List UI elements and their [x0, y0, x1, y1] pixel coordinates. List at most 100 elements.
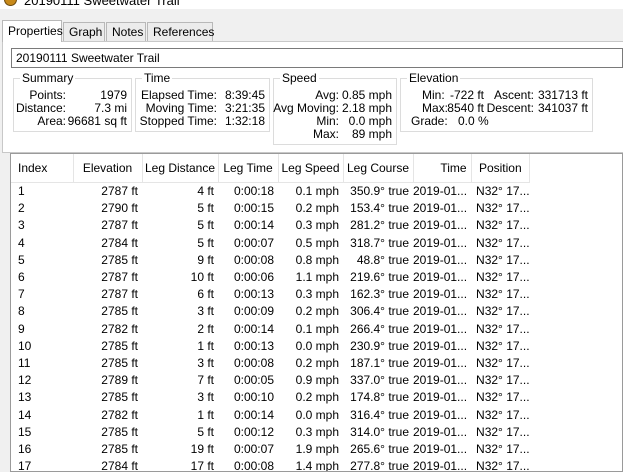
track-name-input[interactable] [11, 48, 623, 68]
cell-leg-speed: 0.2 mph [295, 304, 339, 319]
cell-time: 2019-01... [413, 201, 468, 216]
cell-leg-speed: 0.1 mph [295, 184, 339, 199]
table-row[interactable]: 4 2784 ft 5 ft 0:00:07 0.5 mph 318.7° true 201… [11, 235, 530, 252]
table-row[interactable]: 12 2789 ft 7 ft 0:00:05 0.9 mph 337.0° true 20… [11, 372, 530, 389]
cell-leg-course: 277.8° true [350, 459, 409, 472]
cell-leg-course: 337.0° true [350, 373, 409, 388]
cell-leg-distance: 19 ft [190, 441, 214, 456]
area-label: Area: [37, 114, 66, 128]
cell-leg-course: 153.4° true [350, 201, 409, 216]
elevation-group: Elevation Min: -722 ft Max: 8540 ft Grad… [400, 71, 593, 132]
cell-leg-distance: 7 ft [197, 373, 214, 388]
cell-leg-course: 230.9° true [350, 338, 409, 353]
cell-leg-course: 318.7° true [350, 235, 409, 250]
stopped-time-value: 1:32:18 [224, 114, 265, 128]
descent-label: Descent: [486, 101, 534, 115]
elevation-min-label: Min: [422, 88, 445, 102]
tab-notes[interactable]: Notes [106, 22, 146, 41]
cell-leg-speed: 0.2 mph [295, 390, 339, 405]
cell-leg-course: 187.1° true [350, 355, 409, 370]
cell-elevation: 2787 ft [101, 218, 138, 233]
cell-leg-course: 281.2° true [350, 218, 409, 233]
cell-position: N32° 17... [476, 321, 530, 336]
column-header-leg-distance[interactable]: Leg Distance [142, 154, 219, 183]
moving-time-value: 3:21:35 [224, 101, 265, 115]
cell-position: N32° 17... [476, 304, 530, 319]
cell-time: 2019-01... [413, 304, 468, 319]
cell-time: 2019-01... [413, 373, 468, 388]
elevation-max-value: 8540 ft [447, 101, 484, 115]
column-header-time[interactable]: Time [413, 154, 472, 183]
column-header-leg-course[interactable]: Leg Course [343, 154, 414, 183]
cell-position: N32° 17... [476, 407, 530, 422]
table-row[interactable]: 17 2784 ft 17 ft 0:00:08 1.4 mph 277.8° true 2… [11, 458, 530, 472]
cell-elevation: 2784 ft [101, 235, 138, 250]
cell-leg-course: 219.6° true [350, 270, 409, 285]
table-row[interactable]: 14 2782 ft 1 ft 0:00:14 0.0 mph 316.4° true 20… [11, 406, 530, 423]
tab-graph[interactable]: Graph [63, 22, 105, 41]
table-row[interactable]: 10 2785 ft 1 ft 0:00:13 0.0 mph 230.9° true 20… [11, 338, 530, 355]
table-row[interactable]: 8 2785 ft 3 ft 0:00:09 0.2 mph 306.4° true 201… [11, 303, 530, 320]
cell-position: N32° 17... [476, 218, 530, 233]
cell-leg-time: 0:00:14 [233, 407, 274, 422]
cell-time: 2019-01... [413, 355, 468, 370]
table-row[interactable]: 2 2790 ft 5 ft 0:00:15 0.2 mph 153.4° true 201… [11, 200, 530, 217]
min-speed-label: Min: [316, 114, 339, 128]
cell-index: 4 [18, 235, 25, 250]
cell-elevation: 2785 ft [101, 355, 138, 370]
elevation-min-value: -722 ft [449, 88, 484, 102]
table-row[interactable]: 6 2787 ft 10 ft 0:00:06 1.1 mph 219.6° true 20… [11, 269, 530, 286]
cell-position: N32° 17... [476, 424, 530, 439]
cell-index: 10 [18, 338, 32, 353]
table-row[interactable]: 16 2785 ft 19 ft 0:00:07 1.9 mph 265.6° true 2… [11, 441, 530, 458]
cell-elevation: 2784 ft [101, 459, 138, 472]
trackpoints-table: Index Elevation Leg Distance Leg Time Le… [11, 154, 531, 472]
cell-leg-distance: 3 ft [197, 355, 214, 370]
column-header-leg-speed[interactable]: Leg Speed [278, 154, 344, 183]
cell-leg-speed: 0.0 mph [295, 407, 339, 422]
cell-index: 6 [18, 270, 25, 285]
cell-leg-time: 0:00:09 [233, 304, 274, 319]
cell-index: 13 [18, 390, 32, 405]
cell-time: 2019-01... [413, 424, 468, 439]
cell-leg-distance: 6 ft [197, 287, 214, 302]
cell-position: N32° 17... [476, 252, 530, 267]
window-title: 20190111 Sweetwater Trail [24, 0, 180, 8]
column-header-leg-time[interactable]: Leg Time [218, 154, 279, 183]
moving-time-label: Moving Time: [145, 101, 217, 115]
cell-leg-distance: 9 ft [197, 252, 214, 267]
table-row[interactable]: 13 2785 ft 3 ft 0:00:10 0.2 mph 174.8° true 20… [11, 389, 530, 406]
cell-index: 14 [18, 407, 32, 422]
cell-leg-time: 0:00:07 [233, 235, 274, 250]
column-header-elevation[interactable]: Elevation [73, 154, 143, 183]
table-row[interactable]: 15 2785 ft 5 ft 0:00:12 0.3 mph 314.0° true 20… [11, 424, 530, 441]
cell-elevation: 2787 ft [101, 184, 138, 199]
cell-position: N32° 17... [476, 270, 530, 285]
cell-leg-course: 162.3° true [350, 287, 409, 302]
tab-properties[interactable]: Properties [2, 20, 63, 42]
table-row[interactable]: 5 2785 ft 9 ft 0:00:08 0.8 mph 48.8° true 2019… [11, 252, 530, 269]
cell-leg-speed: 1.1 mph [295, 270, 339, 285]
cell-leg-time: 0:00:06 [233, 270, 274, 285]
cell-leg-distance: 1 ft [197, 407, 214, 422]
cell-position: N32° 17... [476, 459, 530, 472]
cell-leg-speed: 0.8 mph [295, 252, 339, 267]
time-group: Time Elapsed Time: 8:39:45 Moving Time: … [135, 71, 270, 132]
cell-leg-distance: 17 ft [190, 459, 214, 472]
cell-position: N32° 17... [476, 441, 530, 456]
table-row[interactable]: 1 2787 ft 4 ft 0:00:18 0.1 mph 350.9° true 201… [11, 183, 530, 201]
points-value: 1979 [100, 88, 127, 102]
avg-speed-value: 0.85 mph [341, 88, 392, 102]
table-row[interactable]: 7 2787 ft 6 ft 0:00:13 0.3 mph 162.3° true 201… [11, 286, 530, 303]
table-row[interactable]: 9 2782 ft 2 ft 0:00:14 0.1 mph 266.4° true 201… [11, 321, 530, 338]
table-row[interactable]: 11 2785 ft 3 ft 0:00:08 0.2 mph 187.1° true 20… [11, 355, 530, 372]
cell-leg-time: 0:00:07 [233, 441, 274, 456]
cell-elevation: 2785 ft [101, 304, 138, 319]
tab-references[interactable]: References [147, 22, 214, 41]
trackpoints-list[interactable]: Index Elevation Leg Distance Leg Time Le… [10, 153, 623, 472]
summary-title: Summary [20, 71, 76, 85]
column-header-position[interactable]: Position [471, 154, 531, 183]
cell-leg-course: 350.9° true [350, 184, 409, 199]
column-header-index[interactable]: Index [11, 154, 74, 183]
table-row[interactable]: 3 2787 ft 5 ft 0:00:14 0.3 mph 281.2° true 201… [11, 217, 530, 234]
